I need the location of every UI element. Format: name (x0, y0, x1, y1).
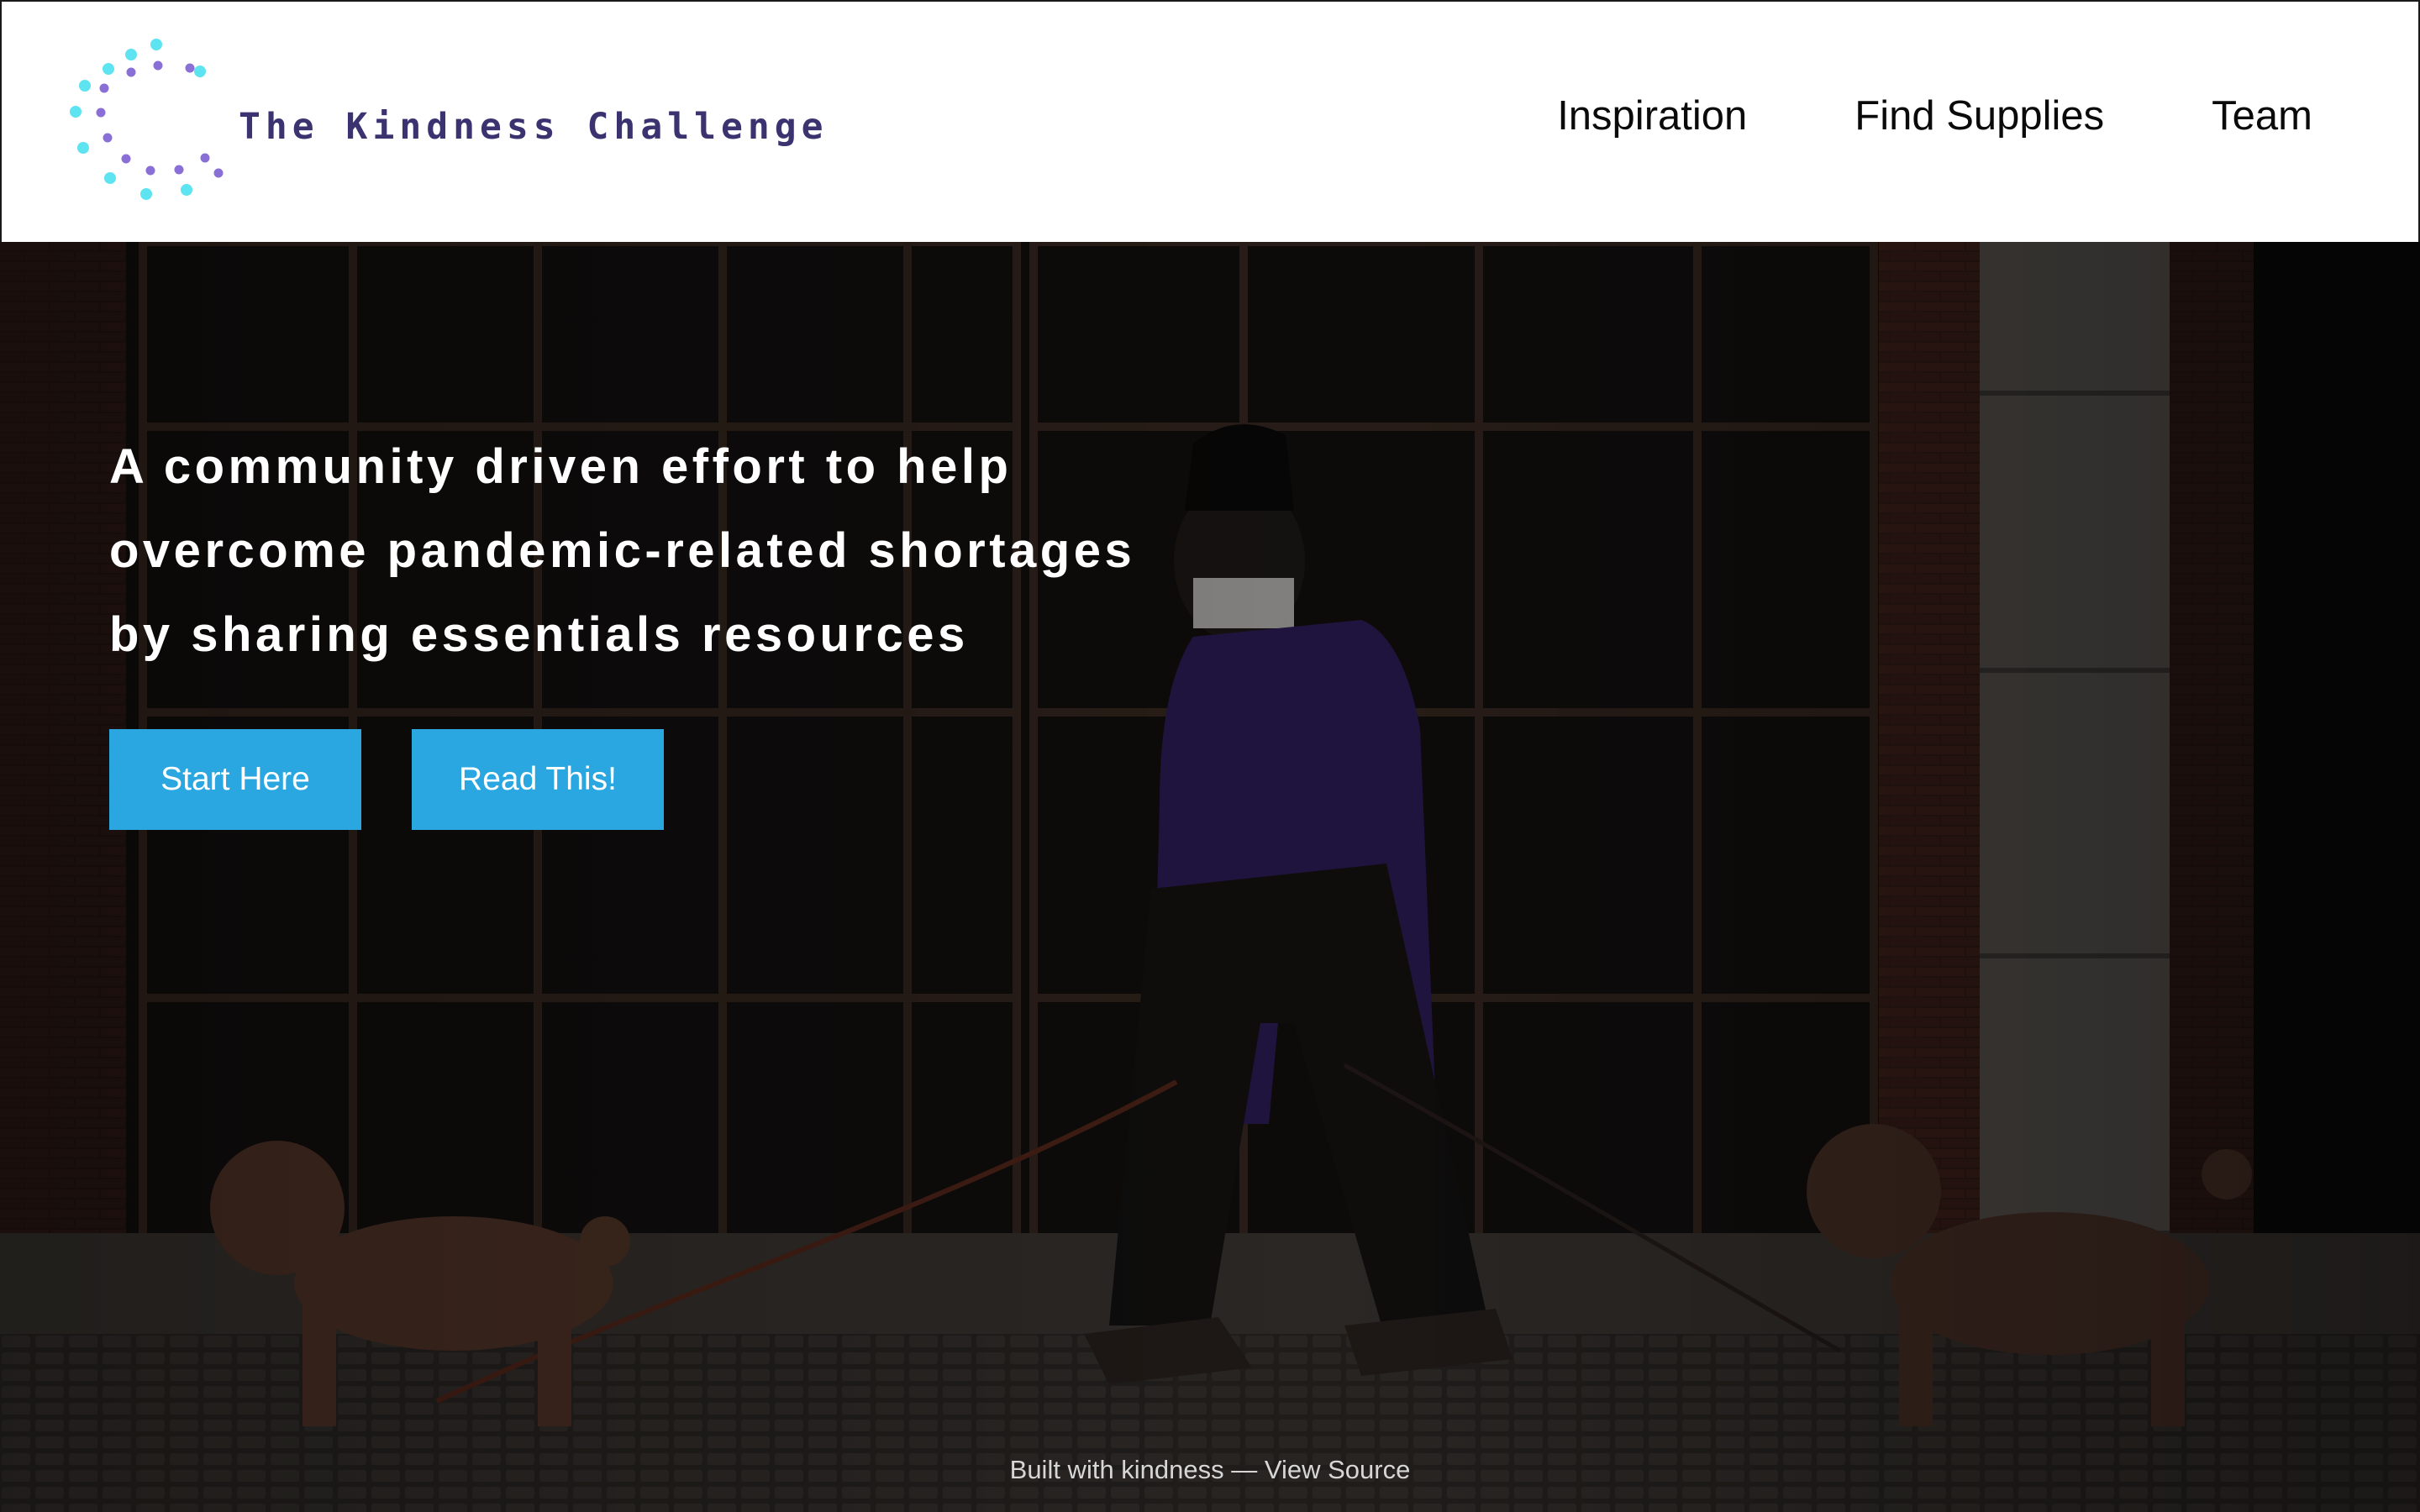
read-this-button[interactable]: Read This! (412, 729, 664, 830)
brand-name: The Kindness Challenge (239, 106, 829, 148)
main-nav: Inspiration Find Supplies Team (1557, 96, 2312, 137)
nav-link-team[interactable]: Team (2212, 96, 2312, 137)
headline-line-2: overcome pandemic-related shortages (109, 523, 1136, 578)
footer-separator: — (1223, 1455, 1265, 1484)
built-with-text: Built with kindness (1009, 1455, 1224, 1484)
headline-line-1: A community driven effort to help (109, 439, 1013, 494)
headline-line-3: by sharing essentials resources (109, 607, 969, 662)
nav-link-inspiration[interactable]: Inspiration (1557, 96, 1747, 137)
view-source-link[interactable]: View Source (1265, 1455, 1410, 1484)
nav-link-find-supplies[interactable]: Find Supplies (1854, 96, 2104, 137)
cta-button-row: Start Here Read This! (109, 729, 664, 830)
start-here-button[interactable]: Start Here (109, 729, 361, 830)
dotted-c-logo-icon (70, 39, 224, 200)
hero-headline: A community driven effort to help overco… (109, 425, 1286, 677)
hero-section: A community driven effort to help overco… (0, 242, 2420, 1512)
site-header: The Kindness Challenge Inspiration Find … (0, 0, 2420, 242)
home-logo-link[interactable]: The Kindness Challenge (60, 32, 823, 208)
footer-credit: Built with kindness — View Source (0, 1455, 2420, 1485)
